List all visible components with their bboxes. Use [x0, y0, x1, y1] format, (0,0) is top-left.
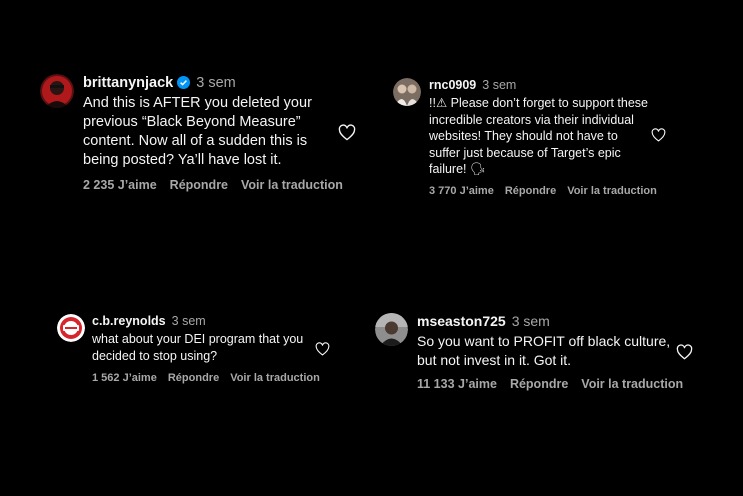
username[interactable]: brittanynjack — [83, 75, 173, 91]
username[interactable]: c.b.reynolds — [92, 314, 166, 328]
like-count[interactable]: 11 133 J’aime — [417, 377, 497, 391]
heart-outline-icon[interactable] — [676, 344, 693, 360]
heart-outline-icon[interactable] — [651, 128, 666, 142]
avatar[interactable] — [375, 313, 408, 346]
comment-text: !!⚠ Please don’t forget to support these… — [429, 96, 648, 176]
like-count[interactable]: 3 770 J’aime — [429, 185, 494, 197]
timestamp: 3 sem — [511, 313, 550, 329]
avatar[interactable] — [40, 74, 74, 108]
comment-text: So you want to PROFIT off black culture,… — [417, 333, 671, 368]
translate-button[interactable]: Voir la traduction — [241, 178, 343, 192]
timestamp: 3 sem — [171, 314, 206, 328]
reply-button[interactable]: Répondre — [510, 377, 568, 391]
translate-button[interactable]: Voir la traduction — [581, 377, 683, 391]
translate-button[interactable]: Voir la traduction — [567, 185, 657, 197]
heart-outline-icon[interactable] — [315, 342, 330, 356]
reply-button[interactable]: Répondre — [170, 178, 228, 192]
username[interactable]: mseaston725 — [417, 313, 506, 329]
avatar[interactable] — [393, 78, 421, 106]
avatar[interactable] — [57, 314, 85, 342]
timestamp: 3 sem — [482, 78, 517, 92]
heart-outline-icon[interactable] — [338, 124, 356, 141]
verified-badge-icon — [177, 76, 191, 93]
comment-text: And this is AFTER you deleted your previ… — [83, 95, 312, 168]
translate-button[interactable]: Voir la traduction — [230, 372, 320, 384]
comment-text: what about your DEI program that you dec… — [92, 332, 304, 363]
reply-button[interactable]: Répondre — [168, 372, 219, 384]
reply-button[interactable]: Répondre — [505, 185, 556, 197]
timestamp: 3 sem — [196, 75, 236, 91]
like-count[interactable]: 1 562 J’aime — [92, 372, 157, 384]
like-count[interactable]: 2 235 J’aime — [83, 178, 157, 192]
username[interactable]: rnc0909 — [429, 78, 476, 92]
